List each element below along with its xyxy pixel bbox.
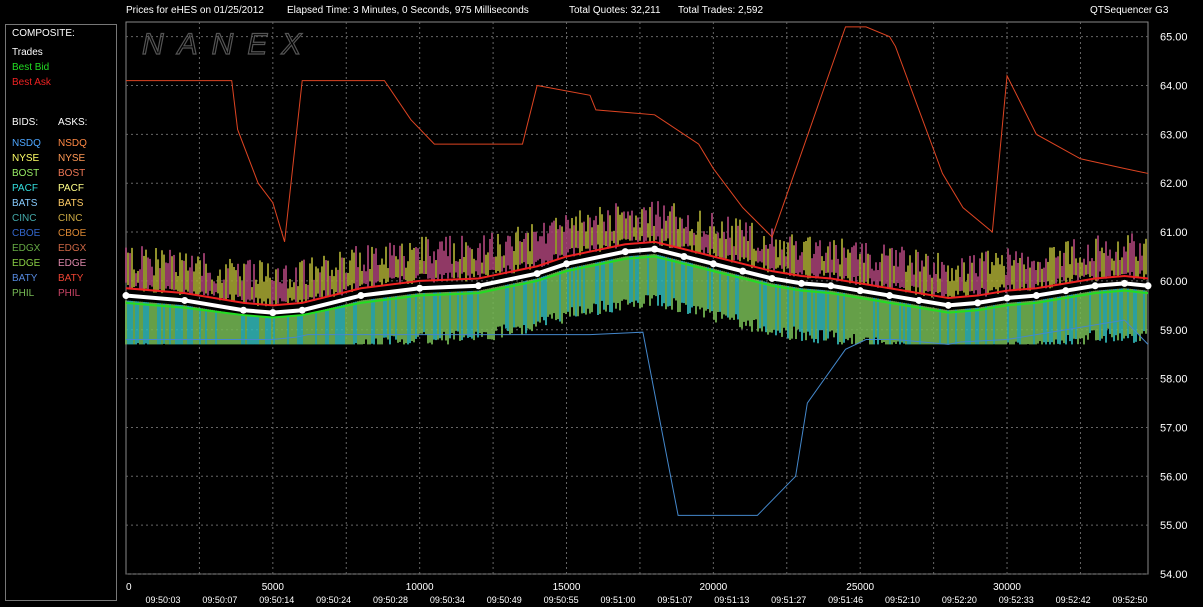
trade-point — [416, 284, 424, 292]
trade-point — [1032, 292, 1040, 300]
trade-point — [797, 279, 805, 287]
time-label: 09:52:10 — [885, 595, 920, 605]
trade-point — [1144, 282, 1152, 290]
trade-point — [974, 299, 982, 307]
trade-point — [651, 245, 659, 253]
trade-point — [239, 306, 247, 314]
x-tick-label: 30000 — [993, 582, 1021, 593]
trade-point — [739, 267, 747, 275]
y-tick-label: 65.00 — [1160, 32, 1188, 44]
x-tick-label: 10000 — [406, 582, 434, 593]
trade-point — [357, 292, 365, 300]
y-tick-label: 55.00 — [1160, 520, 1188, 532]
time-label: 09:51:27 — [771, 595, 806, 605]
x-tick-label: 25000 — [846, 582, 874, 593]
y-tick-label: 56.00 — [1160, 471, 1188, 483]
trade-point — [1121, 279, 1129, 287]
time-label: 09:50:49 — [487, 595, 522, 605]
trade-point — [298, 306, 306, 314]
x-tick-label: 20000 — [699, 582, 727, 593]
time-label: 09:50:14 — [259, 595, 294, 605]
y-tick-label: 58.00 — [1160, 374, 1188, 386]
trade-point — [827, 282, 835, 290]
time-label: 09:52:42 — [1056, 595, 1091, 605]
trade-point — [122, 292, 130, 300]
watermark: NANEX — [142, 28, 315, 61]
time-label: 09:50:28 — [373, 595, 408, 605]
y-tick-label: 61.00 — [1160, 227, 1188, 239]
trade-point — [1003, 294, 1011, 302]
x-tick-label: 0 — [126, 582, 132, 593]
trade-point — [1091, 282, 1099, 290]
time-label: 09:50:24 — [316, 595, 351, 605]
trade-point — [915, 296, 923, 304]
time-label: 09:51:13 — [714, 595, 749, 605]
time-label: 09:51:00 — [601, 595, 636, 605]
price-chart: 54.00 55.00 56.00 57.00 58.00 59.00 60.00 61.00… — [122, 21, 1188, 605]
time-label: 09:50:34 — [430, 595, 465, 605]
trade-point — [533, 270, 541, 278]
trade-point — [944, 301, 952, 309]
time-label: 09:51:46 — [828, 595, 863, 605]
trade-point — [1062, 287, 1070, 295]
time-label: 09:50:03 — [145, 595, 180, 605]
trade-point — [474, 282, 482, 290]
trade-point — [621, 248, 629, 256]
time-label: 09:52:20 — [942, 595, 977, 605]
trade-point — [856, 287, 864, 295]
x-tick-label: 5000 — [262, 582, 285, 593]
y-tick-label: 62.00 — [1160, 178, 1188, 190]
y-tick-label: 57.00 — [1160, 422, 1188, 434]
trade-point — [709, 260, 717, 268]
y-tick-label: 54.00 — [1160, 569, 1188, 581]
y-tick-label: 64.00 — [1160, 81, 1188, 93]
time-label: 09:50:07 — [202, 595, 237, 605]
y-tick-label: 60.00 — [1160, 276, 1188, 288]
trade-point — [269, 309, 277, 317]
time-label: 09:51:07 — [657, 595, 692, 605]
y-tick-label: 63.00 — [1160, 129, 1188, 141]
y-tick-label: 59.00 — [1160, 325, 1188, 337]
time-label: 09:50:55 — [544, 595, 579, 605]
trade-point — [563, 260, 571, 268]
time-label: 09:52:50 — [1112, 595, 1147, 605]
trade-point — [768, 274, 776, 282]
time-label: 09:52:33 — [999, 595, 1034, 605]
trade-point — [680, 252, 688, 260]
trade-point — [886, 292, 894, 300]
trade-point — [181, 296, 189, 304]
x-tick-label: 15000 — [553, 582, 581, 593]
